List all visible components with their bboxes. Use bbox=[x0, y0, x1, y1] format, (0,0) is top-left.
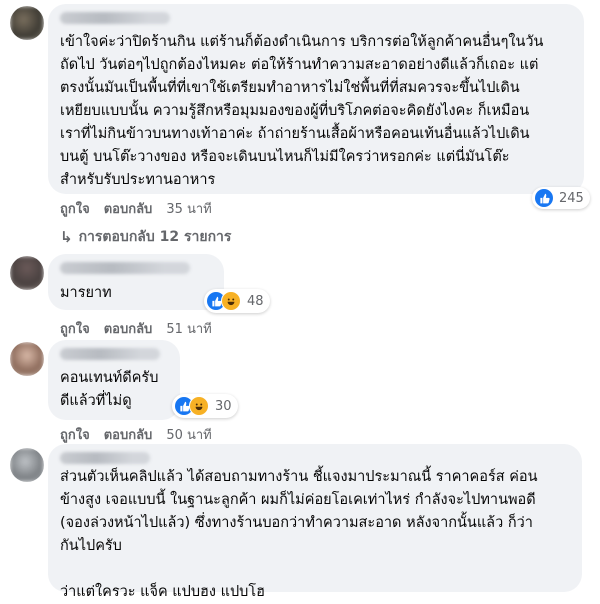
reaction-count: 48 bbox=[247, 293, 264, 309]
author-name-blurred[interactable] bbox=[60, 348, 160, 360]
like-button[interactable]: ถูกใจ bbox=[60, 198, 90, 219]
author-name-blurred[interactable] bbox=[60, 262, 190, 274]
haha-icon bbox=[189, 396, 209, 416]
avatar[interactable] bbox=[10, 342, 44, 376]
replies-label: การตอบกลับ 12 รายการ bbox=[78, 229, 232, 245]
reaction-count: 30 bbox=[215, 398, 232, 414]
comment-text: มารยาท bbox=[60, 285, 112, 301]
reaction-summary[interactable]: 245 bbox=[532, 187, 590, 209]
comment-text: เข้าใจค่ะว่าปิดร้านกิน แต่ร้านก็ต้องดำเน… bbox=[60, 34, 544, 188]
comment-bubble: มารยาท bbox=[48, 254, 224, 310]
timestamp[interactable]: 35 นาที bbox=[166, 198, 211, 219]
author-name-blurred[interactable] bbox=[60, 12, 170, 24]
comment-text: ส่วนตัวเห็นคลิปแล้ว ได้สอบถามทางร้าน ชี้… bbox=[60, 469, 538, 600]
reaction-summary[interactable]: 30 bbox=[172, 394, 238, 418]
reaction-summary[interactable]: 48 bbox=[204, 289, 270, 313]
comment-bubble: เข้าใจค่ะว่าปิดร้านกิน แต่ร้านก็ต้องดำเน… bbox=[48, 4, 584, 194]
reaction-count: 245 bbox=[559, 190, 584, 206]
comment-bubble: คอนเทนท์ดีครับ ดีแล้วที่ไม่ดู bbox=[48, 340, 180, 420]
avatar[interactable] bbox=[10, 448, 44, 482]
comment-3: คอนเทนท์ดีครับ ดีแล้วที่ไม่ดู 30 ถูกใจ ต… bbox=[0, 336, 600, 446]
comment-1: เข้าใจค่ะว่าปิดร้านกิน แต่ร้านก็ต้องดำเน… bbox=[0, 0, 600, 220]
comment-actions: ถูกใจ ตอบกลับ 35 นาที bbox=[60, 198, 212, 219]
avatar[interactable] bbox=[10, 6, 44, 40]
comment-text: คอนเทนท์ดีครับ ดีแล้วที่ไม่ดู bbox=[60, 370, 159, 409]
haha-icon bbox=[221, 291, 241, 311]
like-icon bbox=[535, 189, 553, 207]
comment-bubble: ส่วนตัวเห็นคลิปแล้ว ได้สอบถามทางร้าน ชี้… bbox=[48, 444, 582, 600]
view-replies-link[interactable]: ↳ การตอบกลับ 12 รายการ bbox=[60, 226, 231, 248]
reply-arrow-icon: ↳ bbox=[60, 228, 73, 246]
avatar[interactable] bbox=[10, 256, 44, 290]
comment-2: มารยาท 48 ถูกใจ ตอบกลับ 51 นาที bbox=[0, 250, 600, 340]
comment-4: ส่วนตัวเห็นคลิปแล้ว ได้สอบถามทางร้าน ชี้… bbox=[0, 442, 600, 600]
author-name-blurred[interactable] bbox=[60, 452, 150, 464]
reply-button[interactable]: ตอบกลับ bbox=[104, 198, 153, 219]
